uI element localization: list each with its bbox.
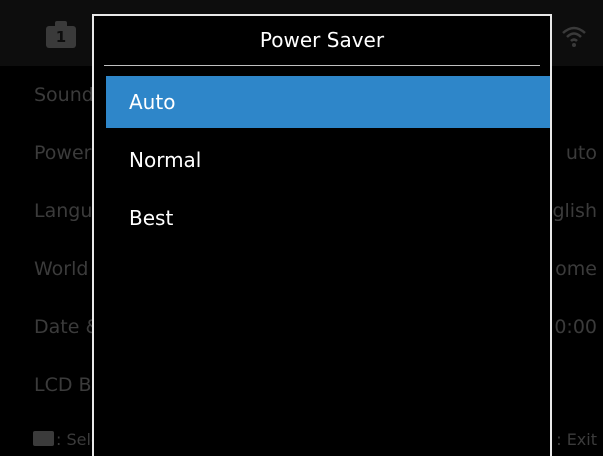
camera-tab-icon[interactable]: 1 — [46, 21, 76, 48]
dialog-title: Power Saver — [259, 28, 385, 52]
camera-setup-screen: 1 Sound Power uto Langu glish World ome … — [0, 0, 603, 456]
option-normal[interactable]: Normal — [106, 134, 550, 186]
menu-row-value: uto — [565, 142, 597, 164]
menu-row-label: Date & — [34, 316, 101, 338]
menu-row-value: ome — [555, 258, 597, 280]
menu-row-label: LCD Br — [34, 374, 100, 396]
menu-row-label: Power — [34, 142, 92, 164]
option-best[interactable]: Best — [106, 192, 550, 244]
wifi-icon[interactable] — [560, 22, 588, 50]
menu-row-label: Langu — [34, 200, 93, 222]
menu-row-label: Sound — [34, 84, 94, 106]
tab-number: 1 — [55, 28, 67, 46]
power-saver-dialog: Power Saver Auto Normal Best — [92, 14, 552, 456]
option-auto[interactable]: Auto — [106, 76, 550, 128]
menu-row-label: World — [34, 258, 89, 280]
menu-row-value: glish — [552, 200, 597, 222]
menu-row-value: 0:00 — [554, 316, 597, 338]
dpad-icon — [33, 431, 54, 446]
dialog-divider — [104, 65, 540, 66]
footer-exit-hint: : Exit — [556, 430, 597, 449]
